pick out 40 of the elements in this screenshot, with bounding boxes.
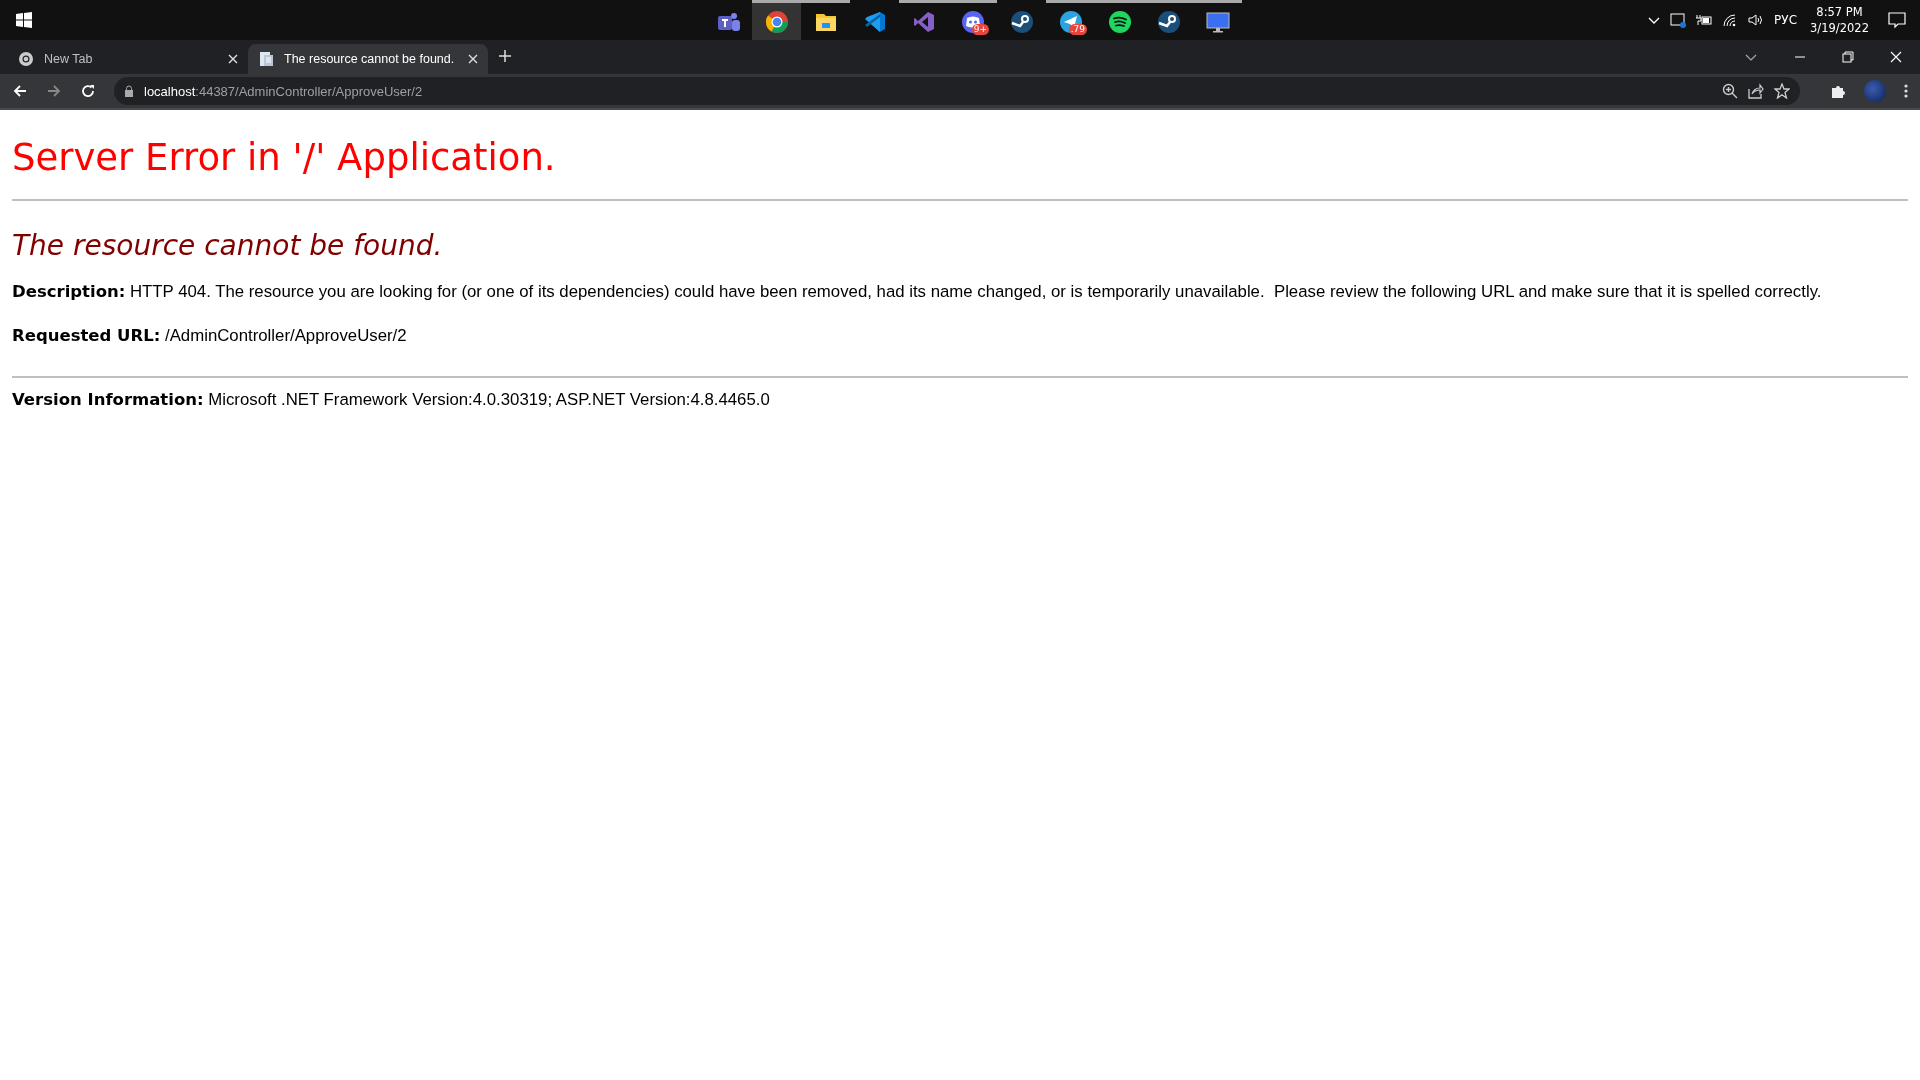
browser-icon bbox=[18, 51, 34, 67]
error-heading: The resource cannot be found. bbox=[12, 229, 444, 262]
display-icon[interactable] bbox=[1670, 12, 1687, 28]
version-text: Version Information: Microsoft .NET Framework Version:4.0.30319; ASP.NET Version:4.8.4465.0 bbox=[12, 390, 771, 410]
notification-badge: .79 bbox=[1068, 24, 1088, 35]
url-text: localhost:44387/AdminController/ApproveUser/2 bbox=[144, 83, 424, 99]
clock-time: 8:57 PM bbox=[1816, 4, 1863, 20]
error-title: Server Error in '/' Application. bbox=[12, 136, 557, 179]
battery-icon[interactable] bbox=[1695, 13, 1714, 27]
browser-icon bbox=[764, 9, 789, 34]
restore-icon[interactable] bbox=[1842, 51, 1854, 63]
zoom-icon[interactable] bbox=[1722, 83, 1738, 99]
reload-icon[interactable] bbox=[80, 83, 96, 99]
game-icon bbox=[1156, 9, 1181, 34]
notification-badge: 9+ bbox=[971, 24, 990, 35]
browser-tab[interactable]: New Tab bbox=[8, 44, 248, 74]
lock-icon bbox=[124, 85, 134, 97]
forward-icon[interactable] bbox=[46, 83, 62, 99]
puzzle-icon[interactable] bbox=[1830, 83, 1846, 99]
game-icon bbox=[1009, 9, 1034, 34]
studio-icon bbox=[911, 9, 936, 34]
address-field[interactable]: localhost:44387/AdminController/ApproveUser/2 bbox=[114, 77, 1800, 105]
notifications-icon[interactable] bbox=[1888, 11, 1906, 29]
document-icon bbox=[258, 51, 274, 67]
monitor-icon bbox=[1205, 9, 1230, 34]
clock-date: 3/19/2022 bbox=[1810, 20, 1869, 36]
detail-text: Description: HTTP 404. The resource you are looking for (or one of its dependencies) could have been removed, had its name changed, or is temporarily unavailable. Please review the following URL and make sure that it is spelled correctly. bbox=[12, 282, 1823, 302]
close-icon[interactable] bbox=[468, 54, 478, 64]
browser-tab[interactable]: The resource cannot be found. bbox=[248, 44, 488, 74]
language-indicator[interactable]: РУС bbox=[1774, 13, 1798, 27]
detail-text: Requested URL: /AdminController/ApproveUser/2 bbox=[12, 326, 408, 346]
new-tab-icon[interactable] bbox=[498, 49, 512, 63]
back-icon[interactable] bbox=[12, 83, 28, 99]
star-icon[interactable] bbox=[1774, 83, 1790, 99]
menu-icon[interactable] bbox=[1904, 83, 1908, 99]
start-icon[interactable] bbox=[16, 12, 32, 28]
music-icon bbox=[1107, 9, 1132, 34]
taskbar-app[interactable] bbox=[752, 0, 802, 40]
share-icon[interactable] bbox=[1748, 83, 1764, 99]
close-icon[interactable] bbox=[228, 54, 238, 64]
